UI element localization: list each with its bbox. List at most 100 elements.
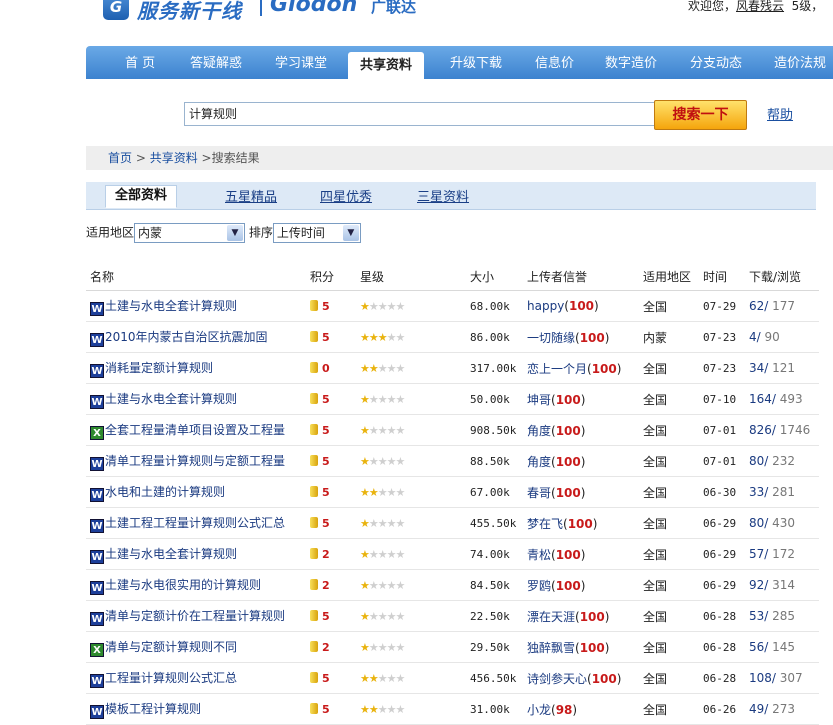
star-icon: ★ [377,393,388,406]
file-name-link[interactable]: 清单工程量计算规则与定额工程量 [105,454,285,468]
file-name-link[interactable]: 工程量计算规则公式汇总 [105,671,237,685]
uploader-link[interactable]: 青松 [527,548,551,562]
logo-brand-text: Glodon [270,0,358,17]
star-icon: ★ [395,455,406,468]
coin-icon [310,455,318,466]
tab-all[interactable]: 全部资料 [105,185,178,208]
search-input[interactable]: 计算规则 [184,102,656,126]
uploader-link[interactable]: 一切随缘 [527,331,575,345]
uploader-link[interactable]: 角度 [527,424,551,438]
col-region[interactable]: 适用地区 [642,262,702,291]
chevron-down-icon[interactable]: ▼ [227,225,244,241]
star-icon: ★ [377,455,388,468]
nav-price-info[interactable]: 信息价 [535,46,574,79]
uploader-link[interactable]: 罗鸥 [527,579,551,593]
uploader-link[interactable]: 春哥 [527,486,551,500]
col-name[interactable]: 名称 [86,262,309,291]
file-name-link[interactable]: 2010年内蒙古自治区抗震加固 [105,330,268,344]
region-value: 全国 [643,671,668,686]
col-uploader[interactable]: 上传者信誉 [526,262,642,291]
region-value: 全国 [643,361,668,376]
upload-date: 07-01 [703,424,737,437]
uploader-link[interactable]: 诗剑参天心 [527,672,587,686]
nav-home[interactable]: 首 页 [125,46,155,79]
file-name-link[interactable]: 模板工程计算规则 [105,702,201,716]
table-row: W 模板工程计算规则 5 ★★★★★ 31.00k 小龙(98) 全国 06-26 49/ 27… [86,693,819,725]
col-size[interactable]: 大小 [469,262,526,291]
word-file-icon: W [90,301,104,316]
col-points[interactable]: 积分 [309,262,359,291]
uploader-link[interactable]: 小龙 [527,703,551,717]
points-value: 2 [322,548,330,561]
file-name-link[interactable]: 水电和土建的计算规则 [105,485,225,499]
star-icon: ★ [395,331,406,344]
region-select[interactable]: 内蒙 ▼ [134,223,246,243]
star-icon: ★ [360,362,370,375]
uploader-link[interactable]: happy [527,299,564,313]
star-icon: ★ [360,641,370,654]
star-icon: ★ [386,672,397,685]
region-value: 全国 [643,702,668,717]
nav-regulations[interactable]: 造价法规 [774,46,826,79]
col-rating[interactable]: 星级 [359,262,469,291]
file-name-link[interactable]: 土建与水电全套计算规则 [105,547,237,561]
star-icon: ★ [368,517,379,530]
uploader-link[interactable]: 坤哥 [527,393,551,407]
download-count: 49/ [749,702,769,716]
file-name-link[interactable]: 土建工程工程量计算规则公式汇总 [105,516,285,530]
download-count: 34/ [749,361,769,375]
star-icon: ★ [360,548,370,561]
tab-three-star[interactable]: 三星资料 [417,186,469,205]
breadcrumb-home[interactable]: 首页 [108,151,132,165]
search-button[interactable]: 搜索一下 [654,100,747,130]
tab-five-star[interactable]: 五星精品 [225,186,277,205]
category-tabs: 全部资料 五星精品 四星优秀 三星资料 [86,182,816,210]
star-icon: ★ [386,610,397,623]
uploader-link[interactable]: 漂在天涯 [527,610,575,624]
nav-learning[interactable]: 学习课堂 [275,46,327,79]
star-icon: ★ [368,579,379,592]
tab-four-star[interactable]: 四星优秀 [320,186,372,205]
upload-date: 06-29 [703,517,737,530]
file-name-link[interactable]: 全套工程量清单项目设置及工程量 [105,423,285,437]
star-rating: ★★★★★ [360,486,405,499]
uploader-reputation: 100 [567,516,593,531]
nav-branch-news[interactable]: 分支动态 [690,46,742,79]
uploader-reputation: 100 [579,330,605,345]
download-count: 57/ [749,547,769,561]
uploader-link[interactable]: 角度 [527,455,551,469]
table-row: W 2010年内蒙古自治区抗震加固 5 ★★★★★ 86.00k 一切随缘(100) 内蒙 0… [86,321,819,353]
nav-digital-cost[interactable]: 数字造价 [605,46,657,79]
breadcrumb-section[interactable]: 共享资料 [150,151,198,165]
star-icon: ★ [395,393,406,406]
col-time[interactable]: 时间 [702,262,748,291]
file-size: 68.00k [470,300,510,313]
uploader-link[interactable]: 梦在飞 [527,517,563,531]
nav-qa[interactable]: 答疑解惑 [190,46,242,79]
uploader-link[interactable]: 独醉飘雪 [527,641,575,655]
file-name-link[interactable]: 清单与定额计价在工程量计算规则 [105,609,285,623]
sort-select[interactable]: 上传时间 ▼ [272,223,361,243]
file-name-link[interactable]: 土建与水电很实用的计算规则 [105,578,261,592]
username-link[interactable]: 风春残云 [736,0,784,13]
star-icon: ★ [386,424,397,437]
col-downloads[interactable]: 下载/浏览 [748,262,819,291]
word-file-icon: W [90,518,104,533]
file-name-link[interactable]: 消耗量定额计算规则 [105,361,213,375]
star-icon: ★ [377,486,388,499]
file-name-link[interactable]: 土建与水电全套计算规则 [105,299,237,313]
uploader-reputation: 100 [555,423,581,438]
file-name-link[interactable]: 清单与定额计算规则不同 [105,640,237,654]
chevron-down-icon[interactable]: ▼ [342,225,359,241]
help-link[interactable]: 帮助 [767,104,793,123]
file-name-link[interactable]: 土建与水电全套计算规则 [105,392,237,406]
view-count: 121 [768,361,796,375]
table-row: W 清单与定额计价在工程量计算规则 5 ★★★★★ 22.50k 漂在天涯(100) 全国 0… [86,600,819,632]
upload-date: 06-30 [703,486,737,499]
nav-shared-resources[interactable]: 共享资料 [348,52,425,79]
star-icon: ★ [360,300,370,313]
view-count: 232 [768,454,796,468]
uploader-link[interactable]: 恋上一个月 [527,362,587,376]
star-icon: ★ [395,424,406,437]
nav-downloads[interactable]: 升级下载 [450,46,502,79]
